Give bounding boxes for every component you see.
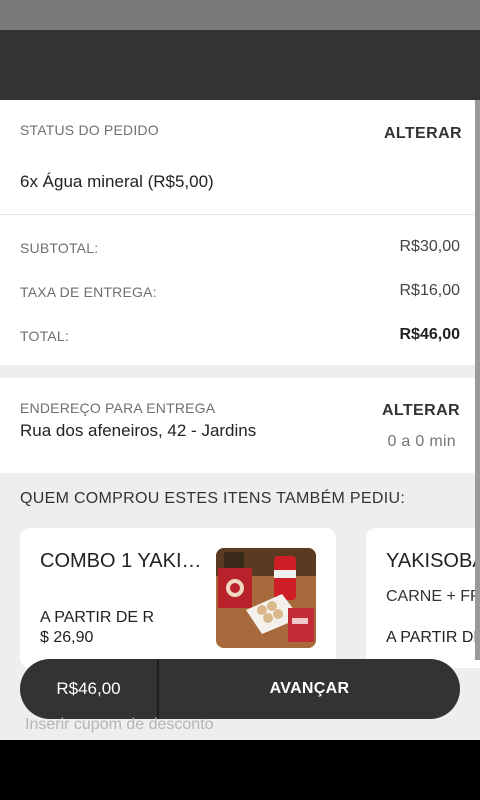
scrollbar[interactable]: [475, 100, 480, 660]
app-bar: [0, 30, 480, 100]
address-card: ENDEREÇO PARA ENTREGA Rua dos afeneiros,…: [0, 378, 480, 473]
delivery-eta: 0 a 0 min: [387, 433, 456, 450]
cart-content[interactable]: STATUS DO PEDIDO ALTERAR 6x Água mineral…: [0, 100, 480, 740]
address-label: ENDEREÇO PARA ENTREGA: [20, 400, 216, 416]
product-price: A PARTIR DE R $ 26,90: [40, 608, 154, 648]
product-image: [216, 548, 316, 648]
address-change-button[interactable]: ALTERAR: [382, 402, 460, 420]
address-value: Rua dos afeneiros, 42 - Jardins: [20, 421, 257, 440]
advance-button[interactable]: AVANÇAR: [159, 659, 460, 719]
recommendations-title: QUEM COMPROU ESTES ITENS TAMBÉM PEDIU:: [20, 490, 406, 507]
subtotal-label: SUBTOTAL:: [20, 240, 99, 256]
order-status-label: STATUS DO PEDIDO: [20, 122, 159, 138]
delivery-fee-value: R$16,00: [399, 282, 461, 299]
checkout-bar: R$46,00 AVANÇAR: [20, 659, 460, 719]
total-label: TOTAL:: [20, 328, 69, 344]
delivery-fee-label: TAXA DE ENTREGA:: [20, 284, 157, 300]
order-change-button[interactable]: ALTERAR: [384, 125, 462, 143]
order-card: STATUS DO PEDIDO ALTERAR 6x Água mineral…: [0, 100, 480, 365]
product-price-line: A PARTIR DE R: [40, 609, 155, 626]
product-price: A PARTIR DE R$: [386, 629, 480, 646]
product-card[interactable]: YAKISOBA CARNE + FRANGO A PARTIR DE R$: [366, 528, 480, 668]
product-card[interactable]: COMBO 1 YAKISOBA A PARTIR DE R $ 26,90: [20, 528, 336, 668]
coupon-input[interactable]: Inserir cupom de desconto: [25, 716, 214, 734]
product-title: YAKISOBA: [386, 550, 480, 572]
product-price-line: $ 26,90: [40, 629, 94, 646]
product-subtitle: CARNE + FRANGO: [386, 588, 480, 605]
order-item: 6x Água mineral (R$5,00): [20, 172, 214, 191]
total-value: R$46,00: [399, 326, 461, 343]
product-title: COMBO 1 YAKISOBA: [40, 550, 210, 572]
checkout-total: R$46,00: [56, 679, 121, 698]
food-photo-icon: [216, 548, 316, 648]
subtotal-value: R$30,00: [399, 238, 461, 255]
status-bar: [0, 0, 480, 30]
divider: [0, 214, 480, 215]
